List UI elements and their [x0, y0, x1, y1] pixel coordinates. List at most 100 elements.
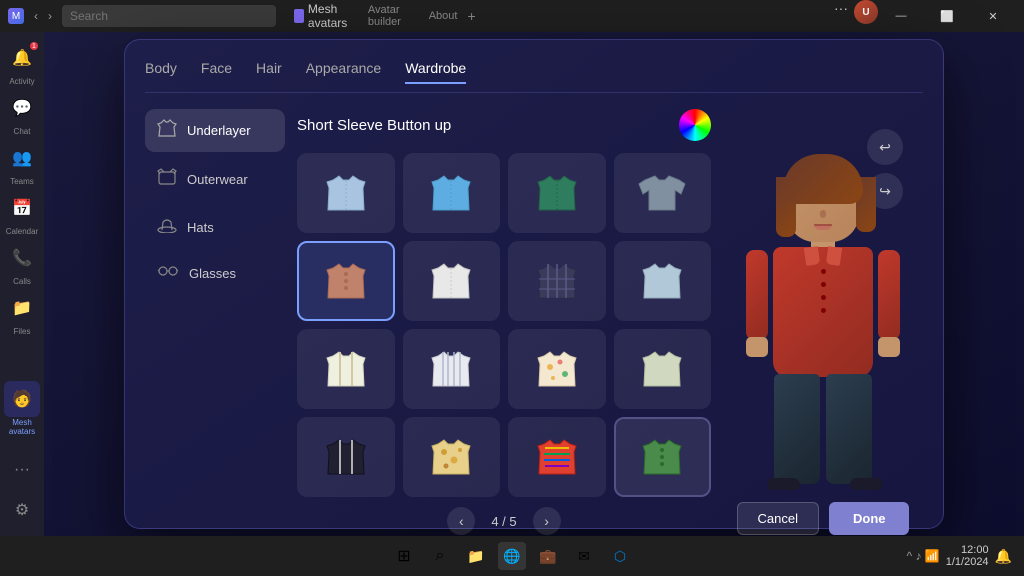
nav-arrows: ‹ › [30, 7, 56, 25]
shirt-button-4 [821, 308, 826, 313]
notification-badge: 1 [30, 42, 38, 50]
taskbar-explorer-button[interactable]: 📁 [462, 542, 490, 570]
calls-label: Calls [13, 277, 31, 286]
files-label: Files [14, 327, 31, 336]
item-card-7[interactable] [508, 241, 606, 321]
avatar-mouth [814, 224, 832, 230]
tab1-label: Avatar builder [368, 4, 417, 28]
avatar-foot-left [768, 478, 800, 490]
item-card-12[interactable] [614, 329, 712, 409]
taskbar-search-button[interactable]: ⌕ [426, 542, 454, 570]
item-card-3[interactable] [508, 153, 606, 233]
user-avatar[interactable]: U [854, 0, 878, 24]
item-card-2[interactable] [403, 153, 501, 233]
next-page-button[interactable]: › [533, 507, 561, 535]
category-underlayer[interactable]: Underlayer [145, 109, 285, 152]
sidebar-item-more[interactable]: ··· [4, 452, 40, 488]
category-outerwear[interactable]: Outerwear [145, 158, 285, 201]
outerwear-label: Outerwear [187, 172, 248, 187]
tab2-label: About [429, 10, 458, 22]
add-tab-button[interactable]: + [467, 8, 475, 24]
taskbar-windows-button[interactable]: ⊞ [390, 542, 418, 570]
item-card-4[interactable] [614, 153, 712, 233]
item-card-8[interactable] [614, 241, 712, 321]
taskbar-mail-button[interactable]: ✉ [570, 542, 598, 570]
items-grid [297, 153, 711, 497]
item-card-5[interactable] [297, 241, 395, 321]
sidebar-item-calls[interactable]: 📞 Calls [4, 240, 40, 286]
taskbar-icons: ^ ♪ 📶 [906, 549, 939, 563]
tab-body[interactable]: Body [145, 60, 177, 84]
sidebar-item-calendar[interactable]: 📅 Calendar [4, 190, 40, 236]
restore-button[interactable]: ⬜ [924, 0, 970, 32]
nav-forward-button[interactable]: › [44, 7, 56, 25]
item-card-9[interactable] [297, 329, 395, 409]
page-indicator: 4 / 5 [491, 514, 516, 529]
teams-label: Teams [10, 177, 34, 186]
sidebar-item-mesh[interactable]: 🧑 Mesh avatars [0, 381, 44, 436]
tab-face[interactable]: Face [201, 60, 232, 84]
item-card-1[interactable] [297, 153, 395, 233]
done-button[interactable]: Done [829, 502, 910, 535]
taskbar-teams-button[interactable]: 💼 [534, 542, 562, 570]
taskbar-time: 12:00 1/1/2024 [946, 544, 989, 568]
action-buttons: Cancel Done [737, 502, 910, 535]
tab-strip: Mesh avatars Avatar builder About + [282, 0, 484, 34]
sidebar-item-teams[interactable]: 👥 Teams [4, 140, 40, 186]
nav-back-button[interactable]: ‹ [30, 7, 42, 25]
avatar-hair-top [783, 154, 863, 204]
wardrobe-modal: Body Face Hair Appearance Wardrobe Under… [124, 39, 944, 529]
modal-body: Underlayer Outerwear [145, 109, 923, 535]
left-sidebar: 🔔 1 Activity 💬 Chat 👥 Teams 📅 Calendar 📞… [0, 32, 44, 536]
app-tab[interactable]: Mesh avatars Avatar builder About + [286, 0, 484, 34]
item-card-13[interactable] [297, 417, 395, 497]
underlayer-label: Underlayer [187, 123, 251, 138]
sidebar-item-settings[interactable]: ⚙ [4, 492, 40, 528]
color-wheel-button[interactable] [679, 109, 711, 141]
avatar-legs [774, 374, 872, 484]
cancel-button[interactable]: Cancel [737, 502, 819, 535]
mesh-icon: 🧑 [4, 381, 40, 417]
avatar-hand-right [878, 337, 900, 357]
close-button[interactable]: ✕ [970, 0, 1016, 32]
taskbar-browser-button[interactable]: 🌐 [498, 542, 526, 570]
item-card-10[interactable] [403, 329, 501, 409]
more-icon: ··· [4, 452, 40, 488]
more-options-button[interactable]: ··· [828, 0, 854, 32]
item-card-14[interactable] [403, 417, 501, 497]
app-name: Mesh avatars [308, 2, 360, 30]
sidebar-item-files[interactable]: 📁 Files [4, 290, 40, 336]
hats-label: Hats [187, 220, 214, 235]
avatar-leg-left [774, 374, 820, 484]
items-title: Short Sleeve Button up [297, 117, 451, 134]
avatar-arm-right [878, 250, 900, 340]
search-input[interactable] [62, 5, 276, 27]
category-glasses[interactable]: Glasses [145, 254, 285, 292]
sidebar-item-activity[interactable]: 🔔 1 Activity [4, 40, 40, 86]
item-card-6[interactable] [403, 241, 501, 321]
tab-wardrobe[interactable]: Wardrobe [405, 60, 466, 84]
activity-label: Activity [9, 77, 34, 86]
item-card-16[interactable] [614, 417, 712, 497]
files-icon: 📁 [4, 290, 40, 326]
prev-page-button[interactable]: ‹ [447, 507, 475, 535]
shirt-button-3 [821, 295, 826, 300]
category-hats[interactable]: Hats [145, 207, 285, 248]
title-bar-left: M ‹ › Mesh avatars Avatar builder About … [8, 0, 484, 34]
item-card-11[interactable] [508, 329, 606, 409]
glasses-label: Glasses [189, 266, 236, 281]
hats-icon [157, 217, 177, 238]
item-card-15[interactable] [508, 417, 606, 497]
sidebar-item-chat[interactable]: 💬 Chat [4, 90, 40, 136]
avatar-arm-left [746, 250, 768, 340]
calendar-label: Calendar [6, 227, 38, 236]
shirt-collar-left [804, 246, 820, 266]
taskbar-vscode-button[interactable]: ⬡ [606, 542, 634, 570]
minimize-button[interactable]: — [878, 0, 924, 32]
pagination: ‹ 4 / 5 › [297, 507, 711, 535]
glasses-icon [157, 264, 179, 282]
tab-hair[interactable]: Hair [256, 60, 282, 84]
avatar-3d-preview [738, 152, 908, 492]
taskbar-notification-button[interactable]: 🔔 [995, 548, 1012, 565]
tab-appearance[interactable]: Appearance [306, 60, 382, 84]
